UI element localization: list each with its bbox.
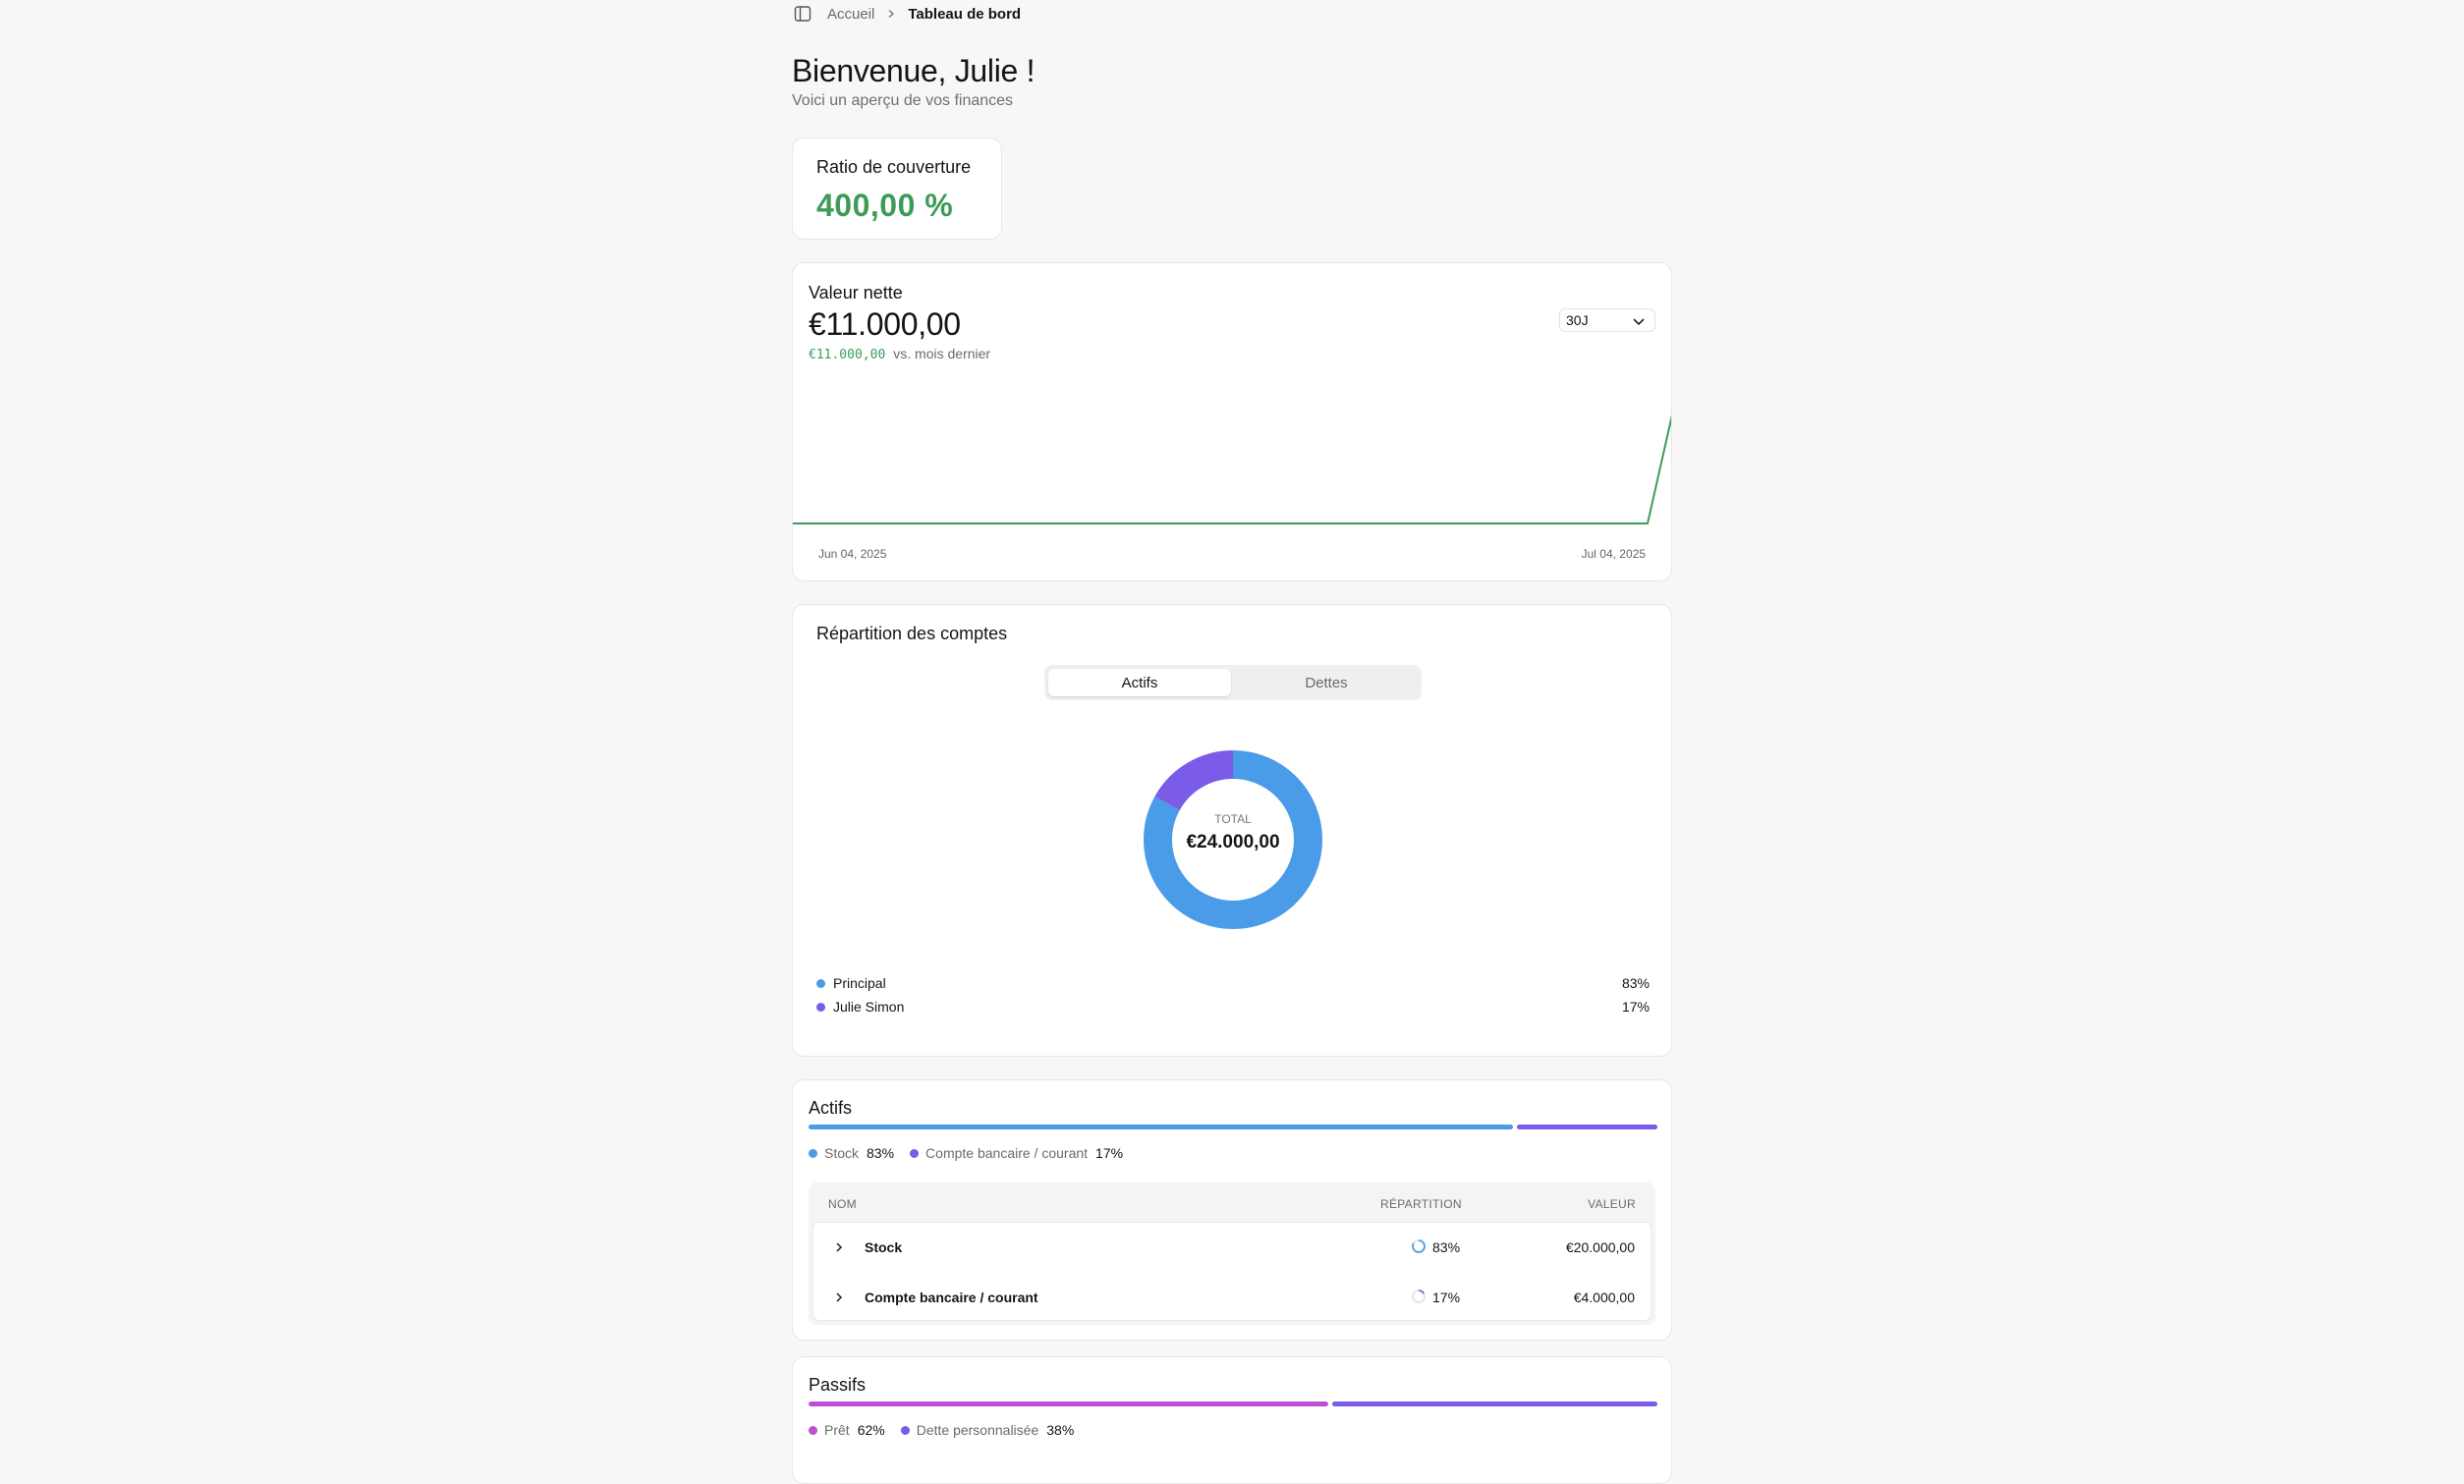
legend-pct: 83% xyxy=(867,1145,895,1161)
legend-dot xyxy=(900,1425,910,1435)
row-name: Stock xyxy=(865,1239,903,1255)
legend-name: Dette personnalisée xyxy=(916,1422,1039,1438)
legend-dot xyxy=(809,1148,817,1158)
chevron-right-icon[interactable] xyxy=(833,1240,845,1256)
col-header-share: RÉPARTITION xyxy=(1380,1197,1462,1211)
table-body: Stock 83% €20.000,00 Compte bancaire / c… xyxy=(812,1222,1652,1321)
legend-pct: 62% xyxy=(857,1422,885,1438)
row-pct: 83% xyxy=(1432,1239,1461,1255)
assets-title: Actifs xyxy=(809,1098,853,1118)
legend-pct: 83% xyxy=(1621,975,1650,991)
coverage-ratio-card: Ratio de couverture 400,00 % xyxy=(792,137,1002,240)
distribution-title: Répartition des comptes xyxy=(816,624,1008,643)
liabilities-bar-loan xyxy=(809,1402,1328,1406)
legend-pct: 17% xyxy=(1095,1145,1124,1161)
period-select[interactable]: 30J xyxy=(1559,308,1655,332)
coverage-ratio-value: 400,00 % xyxy=(816,188,954,223)
col-header-value: VALEUR xyxy=(1588,1197,1636,1211)
table-row[interactable]: Stock 83% €20.000,00 xyxy=(813,1223,1651,1272)
net-worth-delta: €11.000,00 vs. mois dernier xyxy=(809,346,990,362)
legend-dot xyxy=(809,1425,817,1435)
net-worth-delta-value: €11.000,00 xyxy=(809,348,886,362)
breadcrumb-current: Tableau de bord xyxy=(908,5,1022,23)
chevron-down-icon xyxy=(1631,313,1647,332)
sidebar-toggle-icon[interactable] xyxy=(792,3,813,25)
chevron-right-icon xyxy=(886,9,896,19)
row-name: Compte bancaire / courant xyxy=(865,1290,1038,1305)
breadcrumb-home[interactable]: Accueil xyxy=(827,6,874,23)
x-tick-start: Jun 04, 2025 xyxy=(818,547,887,561)
liabilities-legend: Prêt 62% Dette personnalisée 38% xyxy=(809,1422,1090,1438)
net-worth-delta-text: vs. mois dernier xyxy=(893,346,991,361)
col-header-name: NOM xyxy=(828,1197,857,1211)
distribution-tabs: Actifs Dettes xyxy=(1044,665,1422,700)
legend-name: Stock xyxy=(824,1145,860,1161)
tab-actifs[interactable]: Actifs xyxy=(1048,669,1231,696)
net-worth-value: €11.000,00 xyxy=(809,306,961,342)
coverage-ratio-label: Ratio de couverture xyxy=(816,157,972,177)
net-worth-label: Valeur nette xyxy=(809,283,903,302)
assets-legend: Stock 83% Compte bancaire / courant 17% xyxy=(809,1145,1139,1161)
net-worth-series-line xyxy=(793,414,1671,524)
net-worth-card: Valeur nette €11.000,00 €11.000,00 vs. mo… xyxy=(792,262,1672,581)
account-distribution-card: Répartition des comptes Actifs Dettes TO… xyxy=(792,604,1672,1057)
page-title: Bienvenue, Julie ! xyxy=(792,53,1036,88)
liabilities-section: Passifs Prêt 62% Dette personnalisée 38% xyxy=(792,1356,1672,1484)
table-row[interactable]: Compte bancaire / courant 17% €4.000,00 xyxy=(813,1273,1651,1322)
period-select-value: 30J xyxy=(1566,312,1589,328)
legend-name: Julie Simon xyxy=(833,999,905,1015)
liabilities-bar-custom xyxy=(1332,1402,1657,1406)
row-value: €4.000,00 xyxy=(1573,1290,1635,1305)
x-tick-end: Jul 04, 2025 xyxy=(1581,547,1646,561)
tab-dettes[interactable]: Dettes xyxy=(1235,669,1418,696)
legend-item: Julie Simon 17% xyxy=(816,997,1650,1017)
chevron-right-icon[interactable] xyxy=(833,1291,845,1306)
share-ring-icon xyxy=(1412,1239,1426,1253)
share-ring-icon xyxy=(1412,1290,1426,1303)
row-pct: 17% xyxy=(1432,1290,1461,1305)
legend-name: Compte bancaire / courant xyxy=(925,1145,1089,1161)
row-value: €20.000,00 xyxy=(1565,1239,1635,1255)
legend-dot xyxy=(816,978,825,988)
assets-section: Actifs Stock 83% Compte bancaire / coura… xyxy=(792,1079,1672,1341)
assets-bar-stock xyxy=(809,1125,1513,1129)
donut-total-value: €24.000,00 xyxy=(1186,832,1280,852)
liabilities-title: Passifs xyxy=(809,1375,867,1395)
legend-item: Principal 83% xyxy=(816,973,1650,993)
legend-pct: 38% xyxy=(1046,1422,1075,1438)
legend-name: Principal xyxy=(833,975,886,991)
legend-dot xyxy=(816,1002,825,1012)
assets-bar-bank xyxy=(1517,1125,1657,1129)
breadcrumb: Accueil Tableau de bord xyxy=(792,4,1021,24)
assets-table: NOM RÉPARTITION VALEUR Stock 83% €20.000… xyxy=(809,1182,1655,1325)
donut-total-label: TOTAL xyxy=(1214,812,1252,826)
legend-dot xyxy=(910,1148,920,1158)
legend-name: Prêt xyxy=(824,1422,850,1438)
legend-pct: 17% xyxy=(1621,999,1650,1015)
donut-center: TOTAL €24.000,00 xyxy=(1129,812,1337,853)
page-subtitle: Voici un aperçu de vos finances xyxy=(792,92,1014,109)
